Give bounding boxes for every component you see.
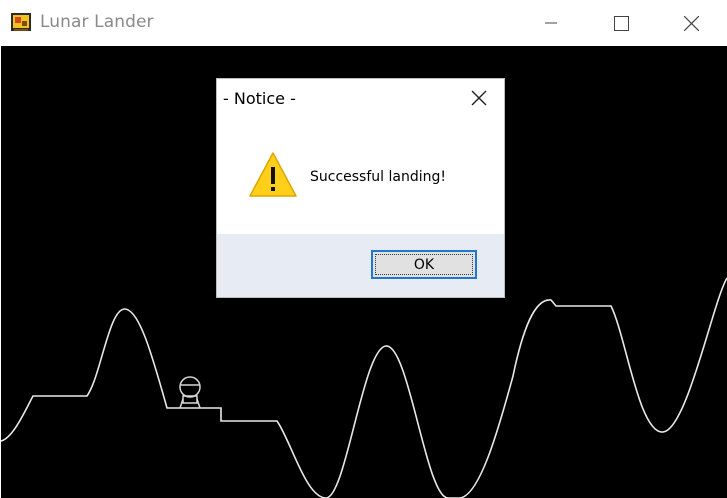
- minimize-icon: [545, 22, 557, 24]
- window-title: Lunar Lander: [40, 12, 154, 32]
- lunar-terrain: [1, 277, 727, 498]
- maximize-icon: [613, 15, 629, 31]
- close-icon: [471, 90, 487, 106]
- close-icon: [683, 15, 699, 31]
- maximize-button[interactable]: [598, 0, 644, 46]
- ok-button[interactable]: OK: [371, 250, 477, 279]
- ok-button-label: OK: [413, 256, 435, 273]
- title-bar[interactable]: Lunar Lander: [0, 0, 727, 46]
- lander-app-icon: [10, 11, 32, 33]
- dialog-footer: OK: [217, 234, 504, 297]
- lander-icon: [179, 376, 201, 409]
- dialog-message: Successful landing!: [310, 169, 446, 185]
- app-window: Lunar Lander - Notice - Successful landi…: [0, 0, 727, 498]
- dialog-title: - Notice -: [223, 89, 296, 108]
- dialog-close-button[interactable]: [467, 87, 491, 109]
- minimize-button[interactable]: [528, 0, 574, 46]
- close-window-button[interactable]: [668, 0, 714, 46]
- warning-icon: [248, 151, 298, 199]
- notice-dialog: - Notice - Successful landing! OK: [217, 79, 504, 297]
